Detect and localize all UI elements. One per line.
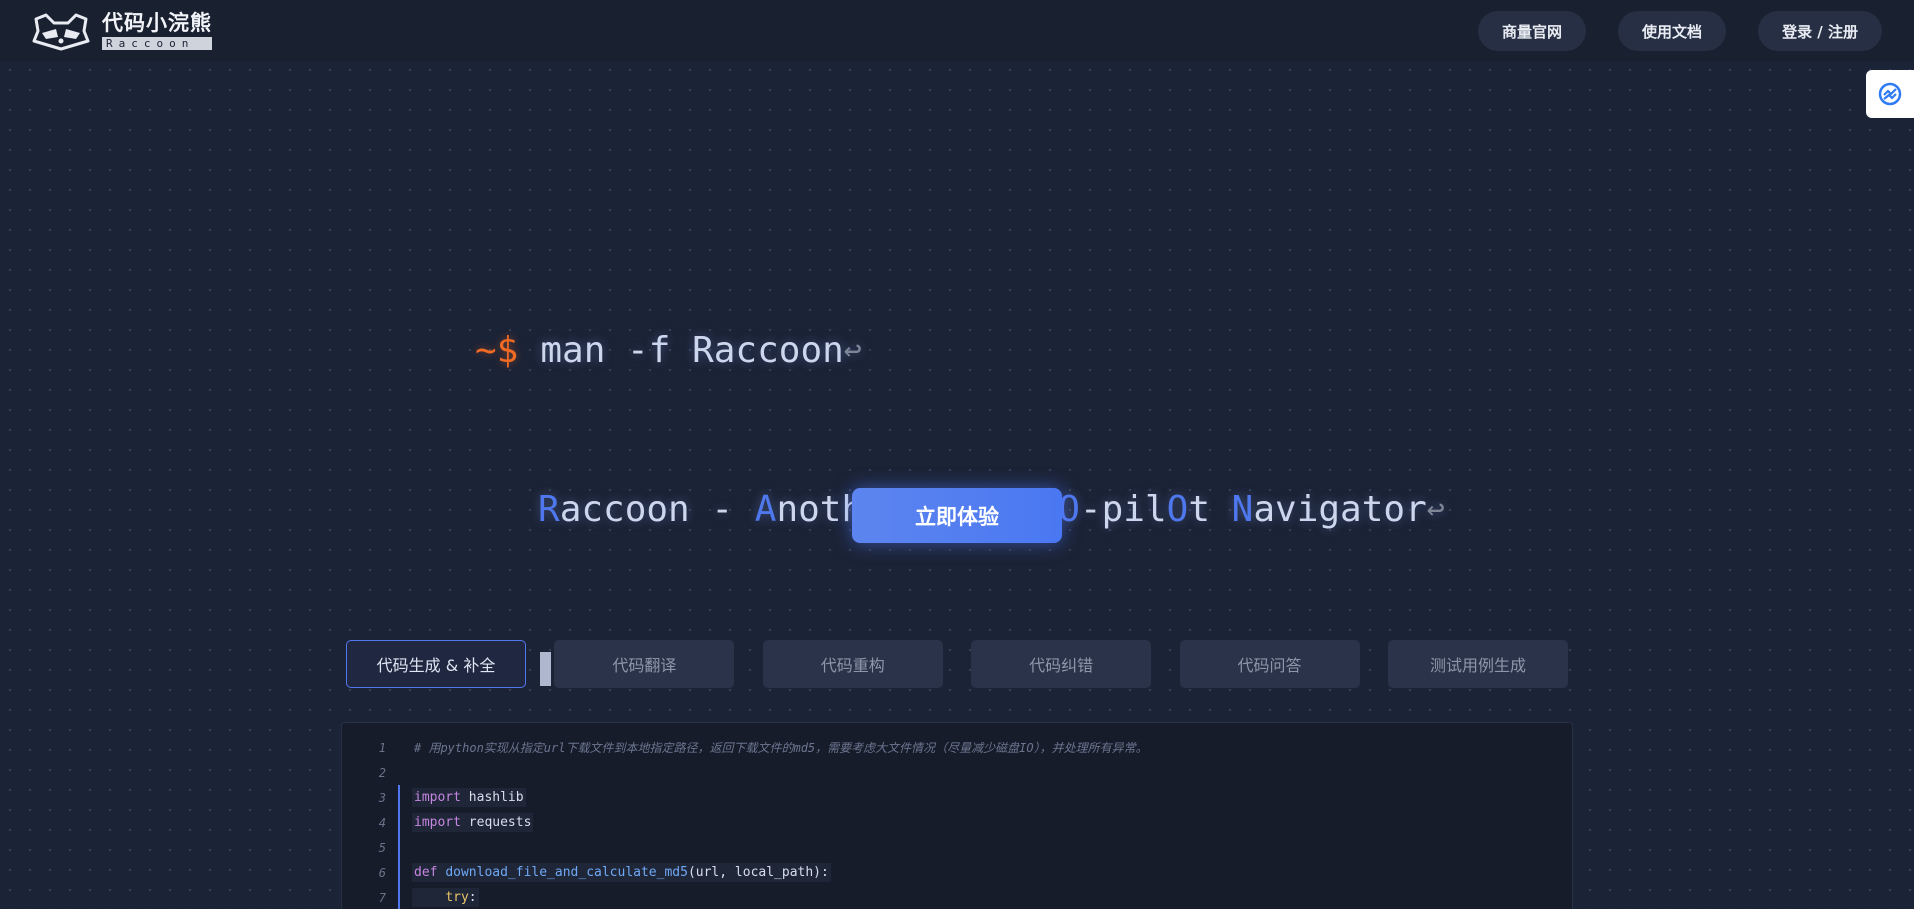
code-line: 2 [342,760,1572,785]
brand-title: 代码小浣熊 [102,10,212,35]
identifier: requests [460,815,532,830]
terminal-command: man -f Raccoon [540,330,844,371]
line-number: 1 [378,740,386,755]
nav-login-register-button[interactable]: 登录 / 注册 [1758,11,1882,51]
acronym-letter: N [1231,489,1254,530]
keyword: import [414,790,461,805]
keyword: def [414,865,438,880]
code-text: try: [412,888,479,907]
identifier: hashlib [460,790,524,805]
top-header: 代码小浣熊 Raccoon 商量官网 使用文档 登录 / 注册 [0,0,1914,62]
tab-code-fix[interactable]: 代码纠错 [971,640,1152,688]
result-text: avigator [1253,489,1427,530]
line-number: 2 [378,765,386,780]
acronym-letter: O [1166,489,1189,530]
side-translate-widget[interactable] [1866,70,1914,118]
line-number: 7 [378,890,386,905]
code-line: 5 [342,835,1572,860]
return-icon: ↩ [843,333,862,368]
brand-subtitle: Raccoon [102,36,212,50]
keyword: try [445,890,469,905]
feature-tabs: 代码生成 & 补全 代码翻译 代码重构 代码纠错 代码问答 测试用例生成 [346,640,1568,688]
top-nav: 商量官网 使用文档 登录 / 注册 [1478,11,1882,51]
tab-code-generation[interactable]: 代码生成 & 补全 [346,640,526,688]
tab-code-qa[interactable]: 代码问答 [1179,640,1360,688]
code-editor-panel[interactable]: 1 # 用python实现从指定url下载文件到本地指定路径，返回下载文件的md… [341,722,1573,909]
line-number: 3 [378,790,386,805]
result-text: -pil [1079,489,1167,530]
keyword: import [414,815,461,830]
tab-test-generation[interactable]: 测试用例生成 [1387,640,1568,688]
tab-code-translation[interactable]: 代码翻译 [554,640,735,688]
terminal-line-command: ~$ man -f Raccoon ↩ [475,324,1445,377]
try-now-button[interactable]: 立即体验 [852,488,1062,543]
code-text: import hashlib [412,788,526,807]
punctuation: : [468,890,477,905]
nav-shangliang-site-button[interactable]: 商量官网 [1478,11,1587,51]
tab-code-refactor[interactable]: 代码重构 [762,640,943,688]
line-number: 4 [378,815,386,830]
brand[interactable]: 代码小浣熊 Raccoon [32,11,212,51]
result-text: accoon - [559,489,755,530]
code-line: 4 import requests [342,810,1572,835]
code-text: def download_file_and_calculate_md5(url,… [412,863,831,882]
translate-widget-icon [1878,82,1902,106]
code-text: import requests [412,813,534,832]
code-line: 3 import hashlib [342,785,1572,810]
nav-docs-button[interactable]: 使用文档 [1618,11,1727,51]
result-text: t [1188,489,1232,530]
line-number: 6 [378,865,386,880]
raccoon-logo-icon [32,13,90,51]
code-line: 1 # 用python实现从指定url下载文件到本地指定路径，返回下载文件的md… [342,735,1572,760]
code-line: 6 def download_file_and_calculate_md5(ur… [342,860,1572,885]
prompt: ~$ [475,330,519,371]
code-comment: # 用python实现从指定url下载文件到本地指定路径，返回下载文件的md5，… [414,741,1148,755]
function-name: download_file_and_calculate_md5 [445,865,688,880]
acronym-letter: A [754,489,777,530]
line-number: 5 [378,840,386,855]
code-line: 7 try: [342,885,1572,909]
return-icon: ↩ [1426,492,1445,527]
function-args: (url, local_path): [687,865,829,880]
acronym-letter: R [538,489,560,530]
